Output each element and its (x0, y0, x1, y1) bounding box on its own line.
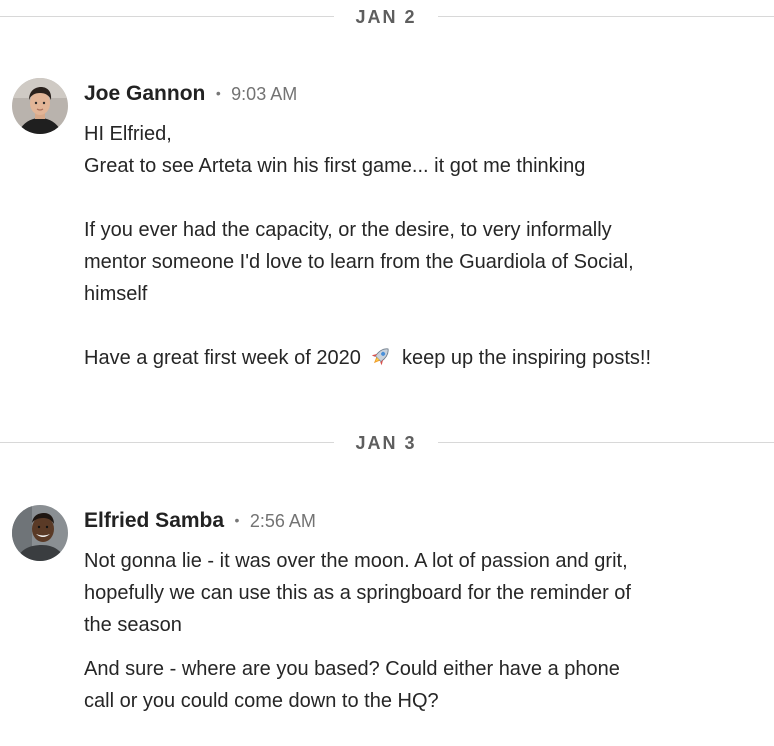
person-photo-avatar-icon (12, 505, 68, 561)
divider-line (438, 16, 774, 17)
message-line: call or you could come down to the HQ? (84, 690, 439, 712)
message-line: HI Elfried, (84, 123, 172, 145)
message-body: Not gonna lie - it was over the moon. A … (84, 545, 764, 717)
message-line: Have a great first week of 2020 keep up … (84, 342, 764, 374)
message-text: keep up the inspiring posts!! (401, 347, 651, 369)
message-body: HI Elfried, Great to see Arteta win his … (84, 118, 764, 374)
message-line: mentor someone I'd love to learn from th… (84, 251, 634, 273)
date-divider-label: JAN 2 (355, 7, 417, 27)
message-header: Joe Gannon • 9:03 AM (84, 81, 297, 109)
message-line: If you ever had the capacity, or the des… (84, 219, 612, 241)
person-photo-avatar-icon (12, 78, 68, 134)
divider-line (0, 442, 334, 443)
rocket-emoji-icon (372, 348, 389, 366)
sender-avatar[interactable] (12, 78, 68, 134)
message-timestamp: 2:56 AM (249, 511, 316, 531)
header-separator: • (215, 85, 221, 101)
message-line: the season (84, 614, 182, 636)
message-line: And sure - where are you based? Could ei… (84, 658, 620, 680)
message-line: hopefully we can use this as a springboa… (84, 582, 631, 604)
message-line: Great to see Arteta win his first game..… (84, 155, 586, 177)
date-divider: JAN 2 (0, 5, 774, 29)
divider-line (438, 442, 774, 443)
message-line: Not gonna lie - it was over the moon. A … (84, 550, 628, 572)
sender-name[interactable]: Elfried Samba (84, 509, 224, 532)
sender-avatar[interactable] (12, 505, 68, 561)
sender-name[interactable]: Joe Gannon (84, 82, 205, 105)
header-separator: • (234, 512, 240, 528)
date-divider-label: JAN 3 (355, 433, 417, 453)
date-divider: JAN 3 (0, 431, 774, 455)
message-line: himself (84, 283, 148, 305)
message-header: Elfried Samba • 2:56 AM (84, 508, 316, 536)
message-text: Have a great first week of 2020 (84, 347, 361, 369)
message-timestamp: 9:03 AM (231, 84, 298, 104)
divider-line (0, 16, 334, 17)
